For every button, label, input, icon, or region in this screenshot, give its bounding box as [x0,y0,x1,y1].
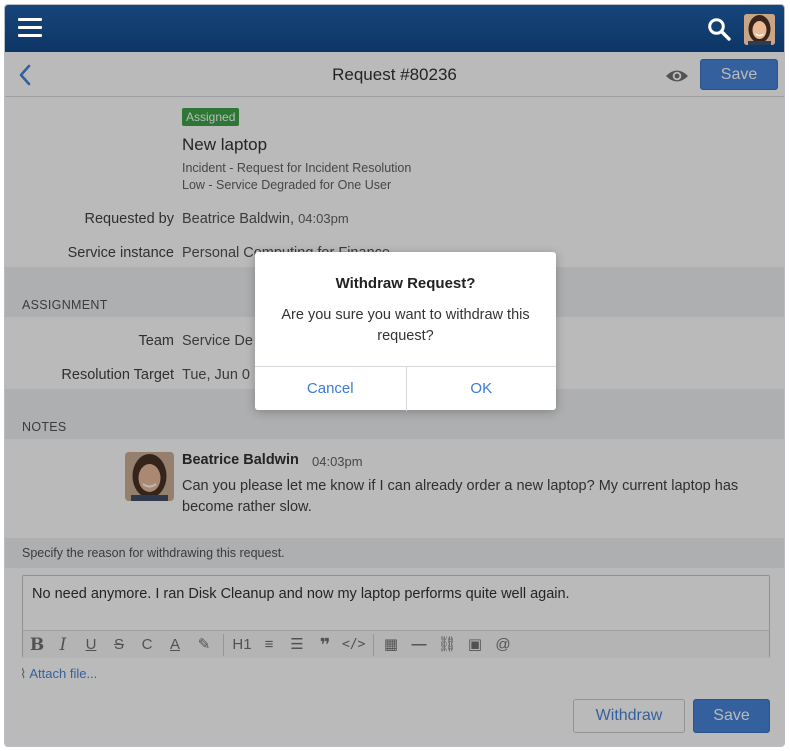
top-navigation-bar [5,5,784,52]
search-icon[interactable] [707,17,731,41]
app-window: Request #80236 Save Assigned New laptop … [4,4,785,747]
user-avatar[interactable] [744,14,775,45]
withdraw-confirm-dialog: Withdraw Request? Are you sure you want … [255,252,557,411]
cancel-button[interactable]: Cancel [255,367,406,411]
dialog-buttons: Cancel OK [255,366,557,411]
dialog-message: Are you sure you want to withdraw this r… [281,307,530,344]
dialog-title: Withdraw Request? [335,275,476,292]
hamburger-icon[interactable] [18,18,42,38]
ok-button[interactable]: OK [405,367,557,411]
